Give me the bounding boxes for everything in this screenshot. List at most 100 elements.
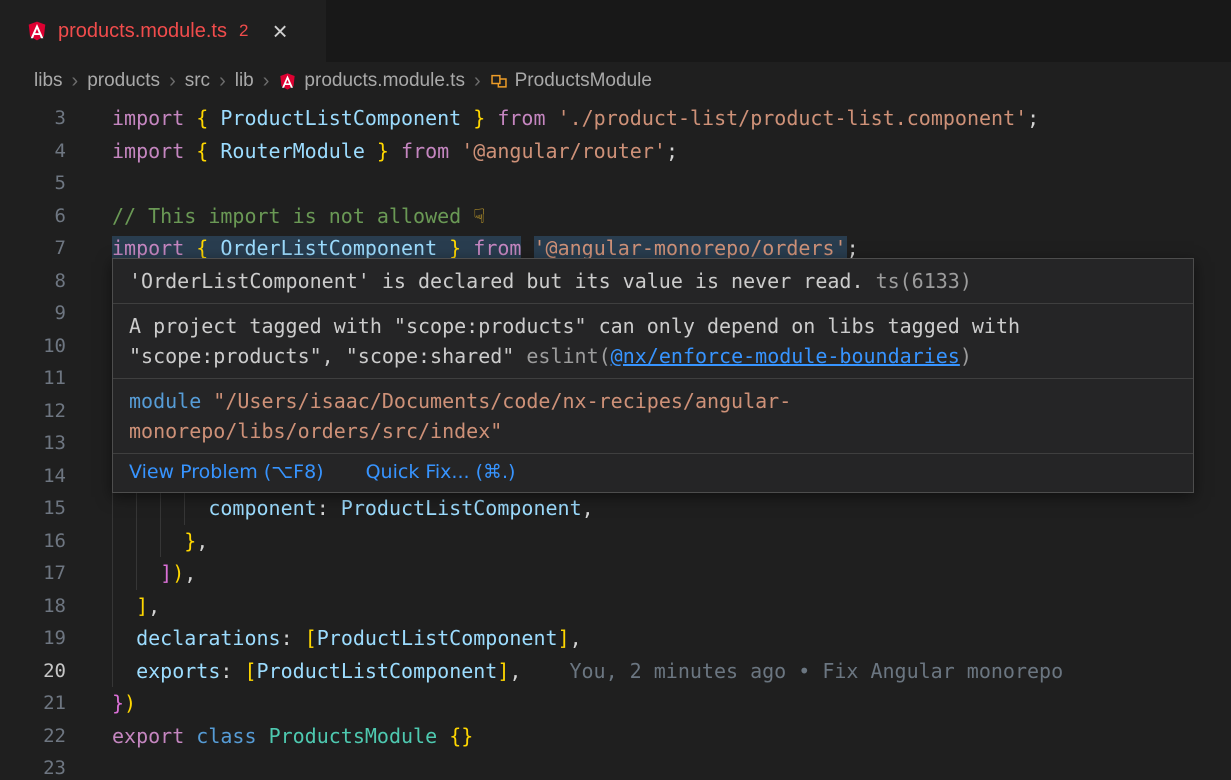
chevron-right-icon: › [474, 70, 481, 93]
code-line-19[interactable]: 19 declarations: [ProductListComponent], [0, 622, 1231, 655]
code-token: from [389, 139, 461, 163]
code-line-16[interactable]: 16 }, [0, 525, 1231, 558]
code-token: { [196, 139, 220, 163]
breadcrumb-item-src[interactable]: src [185, 70, 210, 92]
breadcrumb-item-products[interactable]: products [87, 70, 160, 92]
line-number: 22 [0, 720, 90, 753]
code-token [437, 724, 449, 748]
code-token: ; [847, 236, 859, 260]
code-token [184, 724, 196, 748]
line-number: 15 [0, 492, 90, 525]
view-problem-button[interactable]: View Problem (⌥F8) [129, 460, 324, 484]
code-token: OrderListComponent [220, 236, 437, 260]
indent-guide [160, 492, 161, 525]
code-line-4[interactable]: 4import { RouterModule } from '@angular/… [0, 135, 1231, 168]
ts-diagnostic-code: ts(6133) [876, 269, 972, 293]
breadcrumb-item-products-module-ts[interactable]: products.module.ts [278, 70, 465, 92]
code-token: ProductListComponent [341, 496, 582, 520]
quick-fix-button[interactable]: Quick Fix... (⌘.) [366, 460, 516, 484]
breadcrumb-item-lib[interactable]: lib [235, 70, 254, 92]
code-token: } [112, 691, 124, 715]
module-keyword: module [129, 389, 201, 413]
code-token [521, 236, 533, 260]
indent-guide [112, 492, 113, 525]
code-token: exports [136, 659, 220, 683]
hover-eslint-diagnostic: A project tagged with "scope:products" c… [113, 304, 1193, 379]
code-line-15[interactable]: 15 component: ProductListComponent, [0, 492, 1231, 525]
code-token: , [509, 659, 521, 683]
code-token: import [112, 236, 196, 260]
eslint-message-line2: "scope:products", "scope:shared" eslint(… [129, 341, 1177, 371]
indent-guide [136, 525, 137, 558]
code-token: {} [449, 724, 473, 748]
breadcrumb-item-productsmodule[interactable]: ProductsModule [490, 70, 652, 92]
eslint-rule-link[interactable]: @nx/enforce-module-boundaries [611, 344, 960, 368]
line-number: 23 [0, 752, 90, 780]
line-number: 21 [0, 687, 90, 720]
line-text [90, 167, 1231, 200]
code-token: ☟ [473, 204, 485, 228]
line-text: }) [90, 687, 1231, 720]
code-token: } [365, 139, 389, 163]
chevron-right-icon: › [263, 70, 270, 93]
line-number: 11 [0, 362, 90, 395]
code-line-5[interactable]: 5 [0, 167, 1231, 200]
indent-guide [112, 590, 113, 623]
ts-diagnostic-message: 'OrderListComponent' is declared but its… [129, 269, 864, 293]
code-token: } [437, 236, 461, 260]
code-token: ) [172, 561, 184, 585]
close-icon[interactable]: × [272, 18, 287, 44]
indent-guide [160, 525, 161, 558]
tab-products-module[interactable]: products.module.ts 2 × [0, 0, 326, 62]
line-number: 18 [0, 590, 90, 623]
code-token: ; [1027, 106, 1039, 130]
indent-guide [112, 557, 113, 590]
code-token: ] [497, 659, 509, 683]
code-token: , [196, 529, 208, 553]
hover-actions: View Problem (⌥F8) Quick Fix... (⌘.) [113, 454, 1193, 492]
line-number: 6 [0, 200, 90, 233]
code-line-18[interactable]: 18 ], [0, 590, 1231, 623]
code-line-22[interactable]: 22export class ProductsModule {} [0, 720, 1231, 753]
code-line-3[interactable]: 3import { ProductListComponent } from '.… [0, 102, 1231, 135]
code-token: [ [305, 626, 317, 650]
breadcrumb-item-libs[interactable]: libs [34, 70, 63, 92]
line-number: 17 [0, 557, 90, 590]
editor[interactable]: 3import { ProductListComponent } from '.… [0, 100, 1231, 780]
code-token: RouterModule [220, 139, 365, 163]
code-line-23[interactable]: 23 [0, 752, 1231, 780]
line-text: export class ProductsModule {} [90, 720, 1231, 753]
code-token: ; [666, 139, 678, 163]
chevron-right-icon: › [72, 70, 79, 93]
line-number: 7 [0, 232, 90, 265]
breadcrumb-label: products [87, 70, 160, 92]
code-token: ] [136, 594, 148, 618]
code-line-20[interactable]: 20 exports: [ProductListComponent],You, … [0, 655, 1231, 688]
chevron-right-icon: › [219, 70, 226, 93]
code-token: class [196, 724, 256, 748]
hover-module-info: module "/Users/isaac/Documents/code/nx-r… [113, 379, 1193, 454]
code-token: '@angular-monorepo/orders' [534, 236, 847, 260]
code-token: './product-list/product-list.component' [558, 106, 1028, 130]
code-token: from [485, 106, 557, 130]
angular-icon [278, 72, 297, 91]
code-token: '@angular/router' [461, 139, 666, 163]
line-number: 19 [0, 622, 90, 655]
code-token [112, 659, 136, 683]
tab-bar: products.module.ts 2 × [0, 0, 1231, 62]
code-line-6[interactable]: 6 // This import is not allowed ☟ [0, 200, 1231, 233]
code-token: // This import is not allowed [112, 204, 473, 228]
indent-guide [136, 492, 137, 525]
code-token [112, 594, 136, 618]
indent-guide [136, 557, 137, 590]
code-line-17[interactable]: 17 ]), [0, 557, 1231, 590]
line-number: 12 [0, 395, 90, 428]
code-line-21[interactable]: 21}) [0, 687, 1231, 720]
code-token: component [208, 496, 316, 520]
indent-guide [112, 525, 113, 558]
line-number: 13 [0, 427, 90, 460]
breadcrumb-label: products.module.ts [304, 70, 465, 92]
code-token: } [184, 529, 196, 553]
breadcrumb-label: libs [34, 70, 63, 92]
code-token: , [582, 496, 594, 520]
